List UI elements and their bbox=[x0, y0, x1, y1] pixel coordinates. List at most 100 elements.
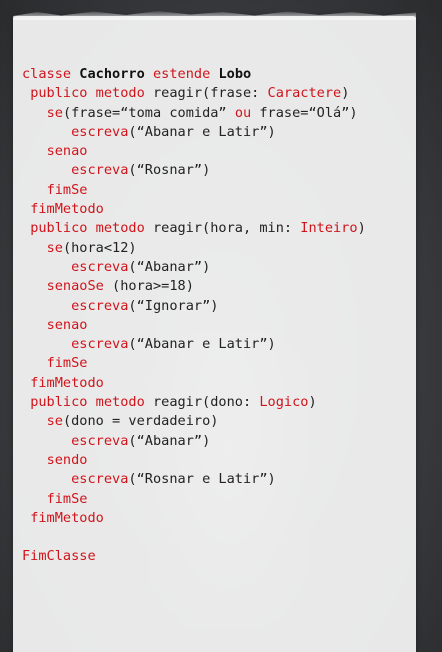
code-text: (“Ignorar”) bbox=[128, 297, 219, 314]
code-line: FimClasse bbox=[22, 547, 366, 566]
code-line: publico metodo reagir(dono: Logico) bbox=[22, 393, 366, 412]
code-line: senaoSe (hora>=18) bbox=[22, 277, 366, 296]
code-text: (frase=“toma comida” bbox=[62, 104, 235, 121]
code-keyword: se bbox=[46, 104, 63, 121]
code-line: escreva(“Abanar”) bbox=[22, 432, 366, 451]
code-text: (“Abanar e Latir”) bbox=[128, 336, 276, 353]
code-text: (dono = verdadeiro) bbox=[62, 413, 219, 430]
code-line: fimSe bbox=[22, 181, 366, 200]
code-text: frase=“Olá”) bbox=[251, 104, 358, 121]
code-line: senao bbox=[22, 142, 366, 161]
code-keyword: fimMetodo bbox=[30, 201, 104, 218]
code-line: fimSe bbox=[22, 354, 366, 373]
code-line: fimMetodo bbox=[22, 509, 366, 528]
code-text: (“Rosnar”) bbox=[128, 162, 211, 179]
code-line: se(hora<12) bbox=[22, 239, 366, 258]
code-text: reagir(frase: bbox=[144, 85, 268, 102]
code-line: escreva(“Abanar e Latir”) bbox=[22, 335, 366, 354]
code-line: publico metodo reagir(frase: Caractere) bbox=[22, 84, 366, 103]
code-text: reagir(dono: bbox=[144, 394, 260, 411]
code-keyword: escreva bbox=[71, 432, 129, 449]
code-text: (“Abanar e Latir”) bbox=[128, 123, 276, 140]
code-keyword: FimClasse bbox=[22, 548, 96, 565]
code-keyword: publico metodo bbox=[30, 85, 145, 102]
code-line: sendo bbox=[22, 451, 366, 470]
code-line: classe Cachorro estende Lobo bbox=[22, 65, 366, 84]
code-keyword: fimSe bbox=[46, 181, 88, 198]
code-keyword: classe bbox=[22, 66, 80, 82]
code-keyword: publico metodo bbox=[30, 220, 145, 237]
code-line: escreva(“Abanar e Latir”) bbox=[22, 123, 366, 142]
code-keyword: Caractere bbox=[267, 85, 342, 102]
code-keyword: se bbox=[46, 239, 63, 256]
code-keyword: se bbox=[46, 413, 63, 430]
code-text: (hora>=18) bbox=[103, 278, 194, 295]
code-keyword: fimSe bbox=[46, 490, 88, 507]
code-keyword: ou bbox=[234, 104, 252, 121]
code-keyword: escreva bbox=[71, 336, 129, 353]
code-keyword: escreva bbox=[71, 258, 129, 275]
code-line: fimMetodo bbox=[22, 374, 366, 393]
code-line: escreva(“Rosnar”) bbox=[22, 161, 366, 180]
code-line: senao bbox=[22, 316, 366, 335]
code-text: ) bbox=[308, 394, 317, 411]
code-keyword: Logico bbox=[259, 394, 309, 411]
code-class-name: Lobo bbox=[218, 66, 252, 82]
code-line: fimMetodo bbox=[22, 200, 366, 219]
code-text: (hora<12) bbox=[62, 239, 137, 256]
code-keyword: sendo bbox=[46, 451, 88, 468]
code-keyword: senao bbox=[46, 143, 88, 160]
code-line: escreva(“Rosnar e Latir”) bbox=[22, 470, 366, 489]
code-keyword: fimSe bbox=[46, 355, 88, 372]
code-keyword: fimMetodo bbox=[30, 509, 104, 526]
code-keyword: escreva bbox=[71, 297, 129, 314]
code-keyword: Inteiro bbox=[300, 220, 358, 237]
code-keyword: escreva bbox=[71, 123, 129, 140]
code-keyword: fimMetodo bbox=[30, 374, 104, 391]
code-line: publico metodo reagir(hora, min: Inteiro… bbox=[22, 219, 366, 238]
code-text: (“Rosnar e Latir”) bbox=[128, 471, 276, 488]
code-line: se(dono = verdadeiro) bbox=[22, 412, 366, 431]
code-line: escreva(“Ignorar”) bbox=[22, 297, 366, 316]
code-line: se(frase=“toma comida” ou frase=“Olá”) bbox=[22, 104, 366, 123]
code-text: (“Abanar”) bbox=[128, 432, 211, 449]
code-keyword: publico metodo bbox=[30, 394, 145, 411]
code-keyword: escreva bbox=[71, 471, 129, 488]
code-keyword: senaoSe bbox=[46, 278, 104, 295]
code-keyword: senao bbox=[46, 316, 88, 333]
code-keyword: escreva bbox=[71, 162, 129, 179]
code-line: escreva(“Abanar”) bbox=[22, 258, 366, 277]
code-class-name: Cachorro bbox=[79, 66, 145, 82]
code-text: ) bbox=[357, 220, 366, 237]
code-paper: classe Cachorro estende Lobo publico met… bbox=[13, 16, 416, 652]
code-text: (“Abanar”) bbox=[128, 258, 211, 275]
code-keyword: estende bbox=[144, 66, 219, 82]
pseudocode-listing: classe Cachorro estende Lobo publico met… bbox=[22, 65, 366, 567]
code-line: fimSe bbox=[22, 490, 366, 509]
code-text: reagir(hora, min: bbox=[144, 220, 301, 237]
